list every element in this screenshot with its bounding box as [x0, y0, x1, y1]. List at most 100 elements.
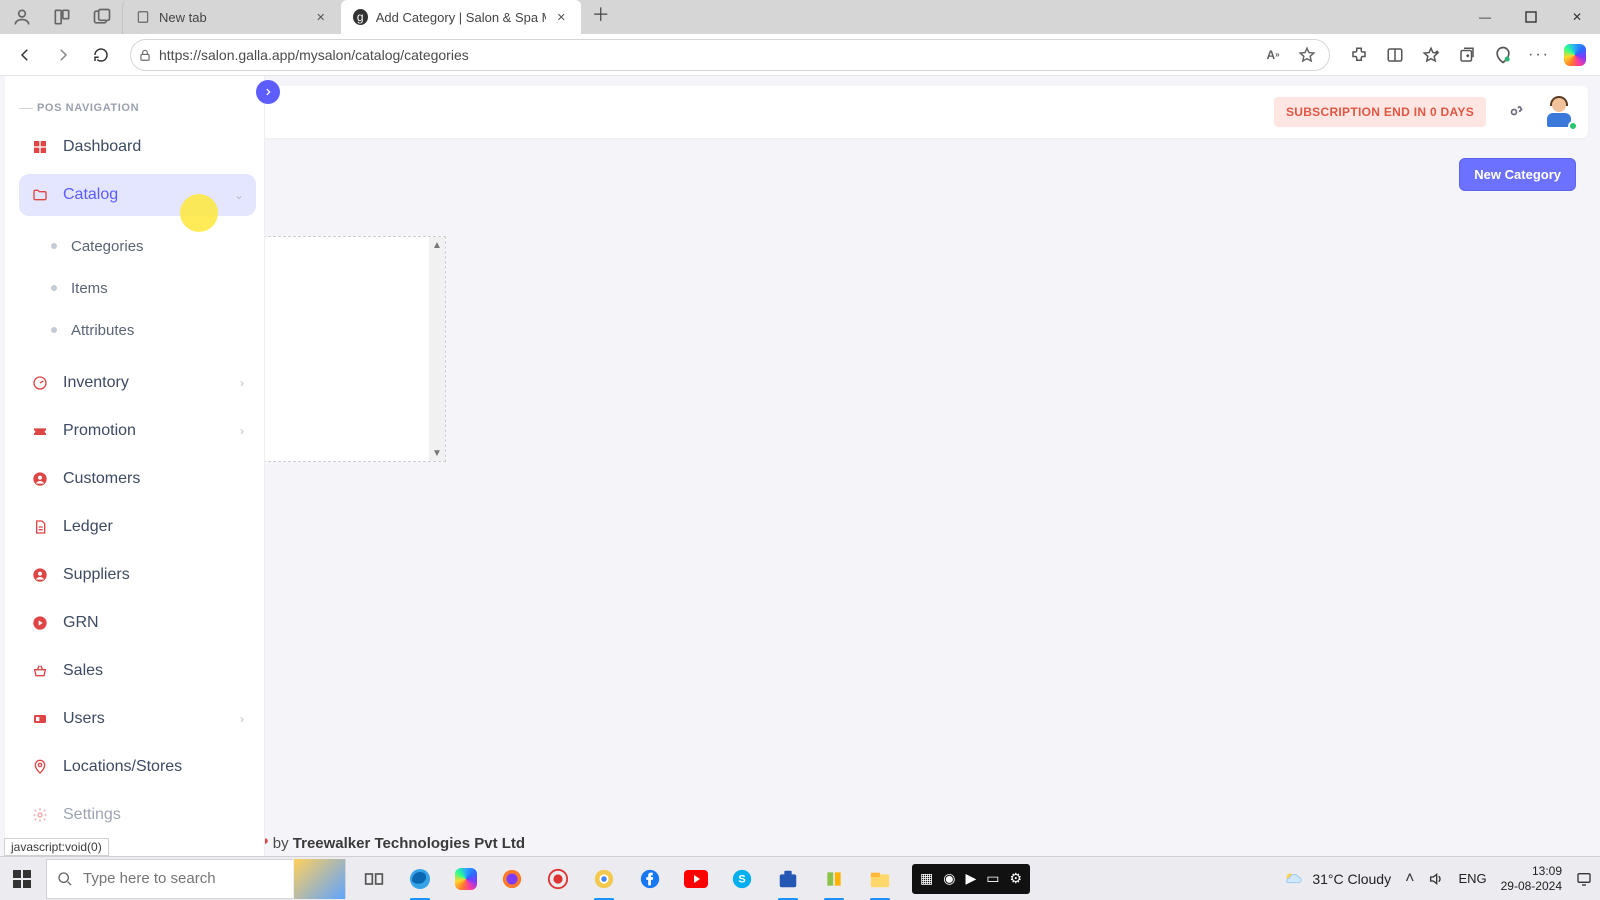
extensions-icon[interactable] [1342, 38, 1376, 72]
lock-icon[interactable] [131, 48, 159, 62]
sidebar-item-ledger[interactable]: Ledger [19, 506, 256, 548]
new-category-button[interactable]: New Category [1459, 158, 1576, 191]
close-icon[interactable]: ✕ [554, 9, 569, 25]
scroll-down-icon[interactable]: ▼ [429, 445, 445, 461]
chevron-right-icon: › [240, 376, 244, 390]
task-view-icon[interactable] [360, 865, 388, 893]
address-bar[interactable]: A» [130, 39, 1330, 71]
sidebar-item-label: Settings [63, 806, 121, 824]
app-icon[interactable] [820, 865, 848, 893]
minimize-button[interactable]: ― [1462, 0, 1508, 34]
sidebar-item-label: Ledger [63, 518, 113, 536]
sidebar-item-locations[interactable]: Locations/Stores [19, 746, 256, 788]
user-avatar[interactable] [1542, 95, 1576, 129]
gamebar-record-icon[interactable]: ▶ [965, 870, 976, 887]
browser-essentials-icon[interactable] [1486, 38, 1520, 72]
xbox-gamebar[interactable]: ▦ ◉ ▶ ▭ ⚙ [912, 864, 1030, 894]
close-window-button[interactable]: ✕ [1554, 0, 1600, 34]
footer-prefix: by [273, 835, 293, 852]
sidebar: POS NAVIGATION Dashboard Catalog ⌄ Categ… [5, 76, 265, 856]
workspaces-icon[interactable] [50, 5, 74, 29]
record-icon[interactable] [544, 865, 572, 893]
sidebar-item-label: Inventory [63, 374, 129, 392]
copilot-icon[interactable] [1558, 38, 1592, 72]
more-menu-icon[interactable]: ··· [1522, 38, 1556, 72]
facebook-icon[interactable] [636, 865, 664, 893]
youtube-icon[interactable] [682, 865, 710, 893]
maximize-button[interactable] [1508, 0, 1554, 34]
sidebar-item-label: GRN [63, 614, 99, 632]
weather-text: 31°C Cloudy [1312, 871, 1391, 887]
scrollbar[interactable] [429, 237, 445, 461]
weather-widget[interactable]: 31°C Cloudy [1282, 868, 1391, 890]
reload-button[interactable] [84, 38, 118, 72]
tab-actions-icon[interactable] [90, 5, 114, 29]
sidebar-item-promotion[interactable]: Promotion › [19, 410, 256, 452]
action-center-icon[interactable] [1576, 871, 1592, 887]
sidebar-subitem-items[interactable]: Items [19, 268, 256, 308]
subscription-badge: SUBSCRIPTION END IN 0 DAYS [1274, 97, 1486, 127]
gamebar-settings-icon[interactable]: ⚙ [1009, 870, 1022, 887]
split-screen-icon[interactable] [1378, 38, 1412, 72]
chevron-down-icon: ⌄ [234, 188, 244, 202]
gamebar-perf-icon[interactable]: ▭ [986, 870, 999, 887]
tab-new[interactable]: New tab ✕ [122, 0, 341, 34]
explorer-icon[interactable] [866, 865, 894, 893]
scroll-up-icon[interactable]: ▲ [429, 237, 445, 253]
taskbar-search[interactable] [46, 859, 346, 899]
ticket-icon [31, 422, 49, 440]
bullet-icon [51, 327, 57, 333]
gamebar-capture-icon[interactable]: ◉ [943, 870, 955, 887]
gamebar-widgets-icon[interactable]: ▦ [920, 870, 933, 887]
tab-active[interactable]: g Add Category | Salon & Spa Mana ✕ [341, 0, 581, 34]
favorite-star-icon[interactable] [1293, 41, 1321, 69]
site-icon: g [353, 9, 368, 25]
sidebar-item-grn[interactable]: GRN [19, 602, 256, 644]
settings-icon[interactable] [1500, 98, 1528, 126]
volume-icon[interactable] [1428, 871, 1444, 887]
sidebar-item-catalog[interactable]: Catalog ⌄ [19, 174, 256, 216]
clock-time: 13:09 [1501, 864, 1562, 878]
chrome-icon[interactable] [590, 865, 618, 893]
back-button[interactable] [8, 38, 42, 72]
close-icon[interactable]: ✕ [313, 9, 329, 25]
language-indicator[interactable]: ENG [1458, 871, 1486, 886]
taskbar-clock[interactable]: 13:09 29-08-2024 [1501, 864, 1562, 893]
copilot-taskbar-icon[interactable] [452, 865, 480, 893]
new-tab-button[interactable]: ＋ [587, 0, 615, 28]
gear-icon [31, 806, 49, 824]
play-circle-icon [31, 614, 49, 632]
clock-date: 29-08-2024 [1501, 879, 1562, 893]
sidebar-heading: POS NAVIGATION [37, 102, 256, 114]
sidebar-item-users[interactable]: Users › [19, 698, 256, 740]
tab-label: Add Category | Salon & Spa Mana [376, 10, 546, 25]
store-icon[interactable] [774, 865, 802, 893]
pin-icon [31, 758, 49, 776]
sidebar-item-dashboard[interactable]: Dashboard [19, 126, 256, 168]
user-circle-icon [31, 566, 49, 584]
sidebar-toggle-button[interactable] [256, 80, 280, 104]
sidebar-item-settings[interactable]: Settings [19, 794, 256, 836]
sidebar-item-suppliers[interactable]: Suppliers [19, 554, 256, 596]
url-input[interactable] [159, 40, 1259, 70]
sidebar-subitem-categories[interactable]: Categories [19, 226, 256, 266]
skype-icon[interactable]: S [728, 865, 756, 893]
firefox-icon[interactable] [498, 865, 526, 893]
collections-icon[interactable] [1450, 38, 1484, 72]
footer-credit: ❤ by Treewalker Technologies Pvt Ltd [256, 834, 525, 852]
start-button[interactable] [0, 857, 44, 900]
profile-icon[interactable] [10, 5, 34, 29]
sidebar-subitem-attributes[interactable]: Attributes [19, 310, 256, 350]
tray-overflow-icon[interactable]: ˄ [1405, 870, 1414, 888]
bullet-icon [51, 243, 57, 249]
sidebar-item-label: Locations/Stores [63, 758, 182, 776]
read-aloud-icon[interactable]: A» [1259, 41, 1287, 69]
favorites-icon[interactable] [1414, 38, 1448, 72]
sidebar-item-inventory[interactable]: Inventory › [19, 362, 256, 404]
bullet-icon [51, 285, 57, 291]
taskbar-search-input[interactable] [83, 870, 283, 887]
edge-icon[interactable] [406, 865, 434, 893]
forward-button[interactable] [46, 38, 80, 72]
sidebar-item-sales[interactable]: Sales [19, 650, 256, 692]
sidebar-item-customers[interactable]: Customers [19, 458, 256, 500]
